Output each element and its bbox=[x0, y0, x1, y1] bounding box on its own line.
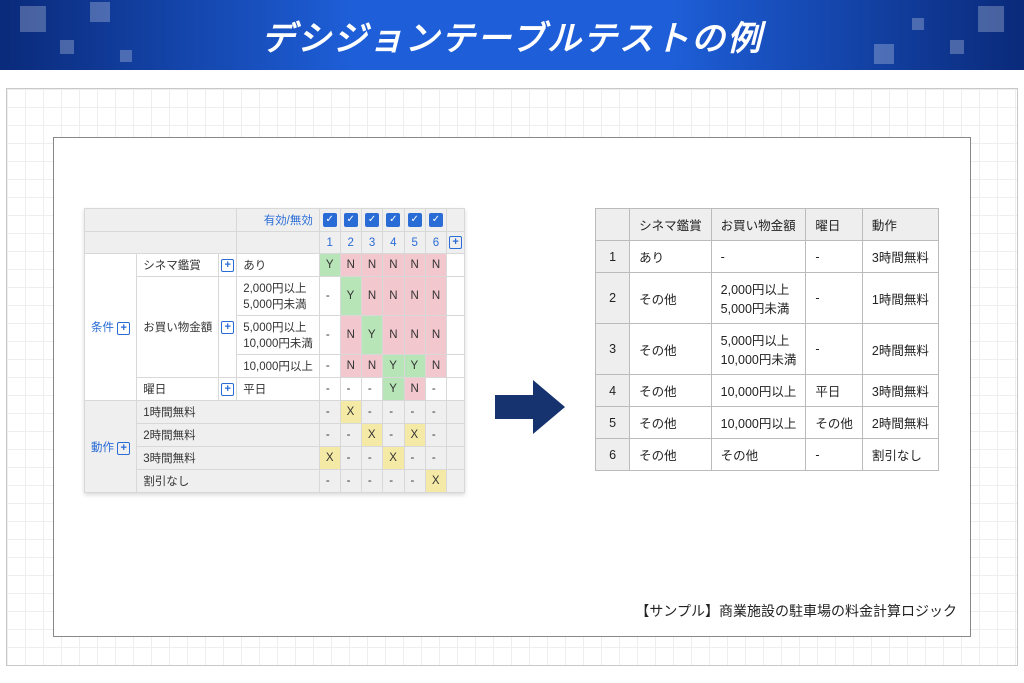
slide-title: デシジョンテーブルテストの例 bbox=[261, 11, 763, 60]
check-icon: ✓ bbox=[323, 213, 337, 227]
col-check-1[interactable]: ✓ bbox=[319, 209, 340, 232]
add-column-button[interactable]: + bbox=[447, 232, 465, 254]
col-check-3[interactable]: ✓ bbox=[361, 209, 382, 232]
cell-multiline: 2,000円以上 5,000円未満 bbox=[711, 273, 806, 324]
decision-table: 有効/無効 ✓ ✓ ✓ ✓ ✓ ✓ 1 2 3 4 5 6 + 条件 bbox=[84, 208, 465, 493]
plus-icon: + bbox=[221, 259, 234, 272]
plus-icon[interactable]: + bbox=[117, 322, 130, 335]
table-row: 3その他5,000円以上 10,000円未満-2時間無料 bbox=[596, 324, 939, 375]
check-icon: ✓ bbox=[408, 213, 422, 227]
table-row: 2その他2,000円以上 5,000円未満-1時間無料 bbox=[596, 273, 939, 324]
check-icon: ✓ bbox=[429, 213, 443, 227]
arrow-icon bbox=[495, 377, 565, 437]
plus-icon: + bbox=[449, 236, 462, 249]
actions-label: 動作 + bbox=[85, 401, 137, 493]
check-icon: ✓ bbox=[386, 213, 400, 227]
col-check-6[interactable]: ✓ bbox=[425, 209, 446, 232]
table-row: 4その他10,000円以上平日3時間無料 bbox=[596, 375, 939, 407]
output-table: シネマ鑑賞 お買い物金額 曜日 動作 1あり--3時間無料 2その他2,000円… bbox=[595, 208, 939, 471]
content-panel: 有効/無効 ✓ ✓ ✓ ✓ ✓ ✓ 1 2 3 4 5 6 + 条件 bbox=[53, 137, 971, 637]
plus-icon[interactable]: + bbox=[117, 442, 130, 455]
sample-caption: 【サンプル】商業施設の駐車場の料金計算ロジック bbox=[635, 601, 957, 621]
plus-icon: + bbox=[221, 383, 234, 396]
title-banner: デシジョンテーブルテストの例 bbox=[0, 0, 1024, 70]
cond-add[interactable]: + bbox=[219, 378, 237, 401]
valid-label: 有効/無効 bbox=[237, 209, 320, 232]
table-row: 1あり--3時間無料 bbox=[596, 241, 939, 273]
check-icon: ✓ bbox=[365, 213, 379, 227]
col-check-2[interactable]: ✓ bbox=[340, 209, 361, 232]
content-frame: 有効/無効 ✓ ✓ ✓ ✓ ✓ ✓ 1 2 3 4 5 6 + 条件 bbox=[6, 88, 1018, 666]
check-icon: ✓ bbox=[344, 213, 358, 227]
col-check-4[interactable]: ✓ bbox=[383, 209, 404, 232]
table-row: 6その他その他-割引なし bbox=[596, 439, 939, 471]
table-row: 5その他10,000円以上その他2時間無料 bbox=[596, 407, 939, 439]
plus-icon: + bbox=[221, 321, 234, 334]
cond-add[interactable]: + bbox=[219, 277, 237, 378]
conditions-label: 条件 + bbox=[85, 254, 137, 401]
col-check-5[interactable]: ✓ bbox=[404, 209, 425, 232]
cond-add[interactable]: + bbox=[219, 254, 237, 277]
